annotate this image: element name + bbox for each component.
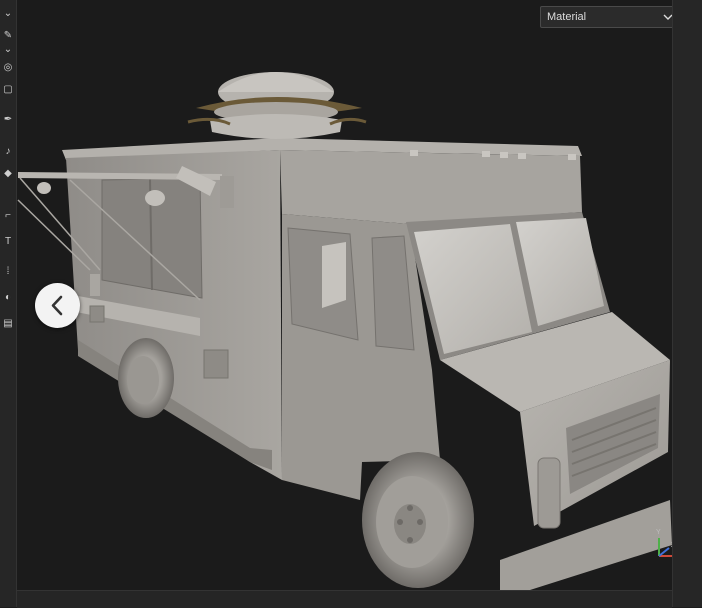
axis-y-label: Y	[656, 529, 661, 536]
left-toolbar: ⌄ ✎ ⌄ ◎ ▢ ✒ ♪ ◆ ⌐ T ⁞ ◐ ▤	[0, 0, 17, 607]
square-icon[interactable]: ▢	[2, 84, 14, 96]
food-truck-model	[17, 72, 672, 590]
brush-icon[interactable]: ✎	[2, 30, 14, 42]
previous-button[interactable]	[35, 283, 80, 328]
shading-mode-value: Material	[547, 11, 587, 23]
fill-icon[interactable]: ◆	[2, 168, 14, 180]
chevron-left-icon	[51, 295, 63, 316]
smudge-icon[interactable]: ♪	[2, 146, 14, 158]
text-icon[interactable]: T	[2, 236, 14, 248]
crop-icon[interactable]: ⌐	[2, 210, 14, 222]
eraser-icon[interactable]: ◐	[2, 292, 14, 304]
chevron-down-icon[interactable]: ⌄	[2, 8, 14, 20]
layer-icon[interactable]: ▤	[2, 318, 14, 330]
axis-gizmo: Y X Z	[649, 529, 672, 566]
editor-window: ⌄ ✎ ⌄ ◎ ▢ ✒ ♪ ◆ ⌐ T ⁞ ◐ ▤ Material Y	[0, 0, 702, 608]
right-panel	[672, 0, 702, 607]
chevron-down-icon	[663, 7, 672, 27]
target-icon[interactable]: ◎	[2, 62, 14, 74]
chevron-down-icon[interactable]: ⌄	[2, 44, 14, 56]
picker-icon[interactable]: ⁞	[2, 266, 14, 278]
status-bar	[17, 590, 672, 608]
3d-viewport[interactable]: Material Y X Z	[17, 0, 672, 590]
pen-icon[interactable]: ✒	[2, 114, 14, 126]
shading-mode-select[interactable]: Material	[540, 6, 672, 28]
